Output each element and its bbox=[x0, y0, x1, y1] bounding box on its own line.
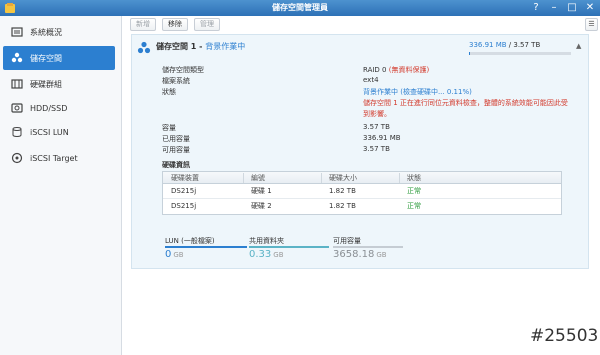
table-row[interactable]: DS215j 硬碟 2 1.82 TB 正常 bbox=[163, 199, 561, 214]
free-stat: 可用容量 3658.18 GB bbox=[333, 236, 403, 260]
share-stat: 共用資料夾 0.33 GB bbox=[249, 236, 329, 260]
sidebar-item-iscsi-lun[interactable]: iSCSI LUN bbox=[3, 120, 115, 144]
column-header[interactable]: 硬碟裝置 bbox=[171, 172, 199, 184]
sidebar-item-label: iSCSI LUN bbox=[30, 127, 69, 137]
capacity-label: 容量 bbox=[162, 124, 176, 132]
lun-label: LUN (一般檔案) bbox=[165, 237, 215, 245]
avail-value: 3.57 TB bbox=[363, 145, 390, 153]
free-bar bbox=[333, 246, 403, 248]
iscsi-target-icon bbox=[11, 152, 23, 164]
table-row[interactable]: DS215j 硬碟 1 1.82 TB 正常 bbox=[163, 184, 561, 199]
sidebar-item-label: iSCSI Target bbox=[30, 153, 78, 163]
list-menu-icon: ☰ bbox=[588, 20, 595, 28]
sidebar-item-iscsi-target[interactable]: iSCSI Target bbox=[3, 146, 115, 170]
avail-label: 可用容量 bbox=[162, 146, 190, 154]
iscsi-lun-icon bbox=[12, 127, 22, 137]
raid-value: RAID 0 (無資料保護) bbox=[363, 65, 429, 75]
free-label: 可用容量 bbox=[333, 237, 361, 245]
capacity-value: 3.57 TB bbox=[363, 123, 390, 131]
maximize-icon[interactable]: □ bbox=[566, 1, 578, 14]
title-bar: 儲存空間管理員 ? – □ ✕ bbox=[0, 0, 600, 16]
volume-icon bbox=[137, 41, 151, 54]
lun-unit: GB bbox=[173, 251, 184, 259]
sidebar-item-label: 系統概況 bbox=[30, 27, 62, 37]
disk-size: 1.82 TB bbox=[329, 202, 356, 210]
disk-device: DS215j bbox=[171, 187, 197, 195]
fs-label: 檔案系統 bbox=[162, 77, 190, 85]
usage-bar bbox=[469, 52, 571, 55]
volume-title: 儲存空間 1 - 背景作業中 bbox=[156, 41, 245, 52]
volume-status: 背景作業中 bbox=[205, 42, 246, 51]
remove-button[interactable]: 移除 bbox=[162, 18, 188, 31]
lun-stat: LUN (一般檔案) 0 GB bbox=[165, 236, 247, 260]
total-size: / 3.57 TB bbox=[506, 41, 541, 49]
disk-slot: 硬碟 2 bbox=[251, 202, 272, 210]
usage-bar-fill bbox=[469, 52, 470, 55]
sidebar-item-label: HDD/SSD bbox=[30, 103, 68, 113]
view-menu-button[interactable]: ☰ bbox=[585, 18, 598, 31]
watermark-text: #25503 bbox=[530, 326, 599, 346]
sidebar-item-overview[interactable]: 系統概況 bbox=[3, 20, 115, 44]
sidebar-item-label: 儲存空間 bbox=[30, 53, 62, 63]
disk-status: 正常 bbox=[407, 187, 421, 195]
toolbar: 新增 移除 管理 ☰ bbox=[122, 16, 600, 34]
fs-value: ext4 bbox=[363, 76, 379, 84]
usage-text: 336.91 MB / 3.57 TB bbox=[469, 41, 540, 49]
lun-value: 0 GB bbox=[165, 249, 184, 260]
table-header: 硬碟裝置 編號 硬碟大小 狀態 bbox=[163, 172, 561, 184]
column-header[interactable]: 硬碟大小 bbox=[329, 172, 357, 184]
overview-icon bbox=[11, 27, 23, 37]
disk-table: 硬碟裝置 編號 硬碟大小 狀態 DS215j 硬碟 1 1.82 TB 正常 D… bbox=[162, 171, 562, 215]
disk-slot: 硬碟 1 bbox=[251, 187, 272, 195]
share-bar bbox=[249, 246, 329, 248]
share-value: 0.33 GB bbox=[249, 249, 284, 260]
help-icon[interactable]: ? bbox=[530, 1, 542, 14]
share-number: 0.33 bbox=[249, 249, 272, 260]
used-value: 336.91 MB bbox=[363, 134, 401, 142]
sidebar-item-label: 硬碟群組 bbox=[30, 79, 62, 89]
collapse-icon[interactable]: ▲ bbox=[576, 43, 584, 50]
disk-status: 正常 bbox=[407, 202, 421, 210]
disk-info-title: 硬碟資訊 bbox=[162, 161, 190, 169]
free-unit: GB bbox=[376, 251, 387, 259]
sidebar: 系統概況 儲存空間 硬碟群組 HDD/SSD iSCSI LUN iSCSI T… bbox=[0, 16, 122, 355]
free-number: 3658.18 bbox=[333, 249, 375, 260]
close-icon[interactable]: ✕ bbox=[584, 1, 596, 14]
disk-group-icon bbox=[11, 79, 23, 89]
disk-device: DS215j bbox=[171, 202, 197, 210]
column-header[interactable]: 編號 bbox=[251, 172, 265, 184]
column-header[interactable]: 狀態 bbox=[407, 172, 421, 184]
share-unit: GB bbox=[273, 251, 284, 259]
sidebar-item-disk-group[interactable]: 硬碟群組 bbox=[3, 72, 115, 96]
status-label: 狀態 bbox=[162, 88, 176, 96]
new-button[interactable]: 新增 bbox=[130, 18, 156, 31]
raid-note: (無資料保護) bbox=[388, 66, 430, 74]
used-label: 已用容量 bbox=[162, 135, 190, 143]
lun-bar bbox=[165, 246, 247, 248]
raid-label: 儲存空間類型 bbox=[162, 66, 204, 74]
hdd-icon bbox=[11, 103, 23, 113]
window-title: 儲存空間管理員 bbox=[272, 3, 328, 12]
raid-type: RAID 0 bbox=[363, 66, 387, 74]
lun-number: 0 bbox=[165, 249, 172, 260]
sidebar-item-hdd[interactable]: HDD/SSD bbox=[3, 96, 115, 120]
volume-panel: 儲存空間 1 - 背景作業中 336.91 MB / 3.57 TB ▲ 儲存空… bbox=[131, 34, 589, 269]
free-value: 3658.18 GB bbox=[333, 249, 387, 260]
used-size: 336.91 MB bbox=[469, 41, 507, 49]
share-label: 共用資料夾 bbox=[249, 237, 284, 245]
disk-size: 1.82 TB bbox=[329, 187, 356, 195]
sidebar-item-volume[interactable]: 儲存空間 bbox=[3, 46, 115, 70]
manage-button[interactable]: 管理 bbox=[194, 18, 220, 31]
warning-text: 儲存空間 1 正在進行同位元資料檢查，整體的系統效能可能因此受到影響。 bbox=[363, 99, 568, 118]
status-value: 背景作業中 (檢查硬碟中... 0.11%) bbox=[363, 88, 472, 96]
volume-name: 儲存空間 1 - bbox=[156, 42, 206, 51]
volume-icon bbox=[11, 52, 23, 63]
minimize-icon[interactable]: – bbox=[548, 1, 560, 14]
